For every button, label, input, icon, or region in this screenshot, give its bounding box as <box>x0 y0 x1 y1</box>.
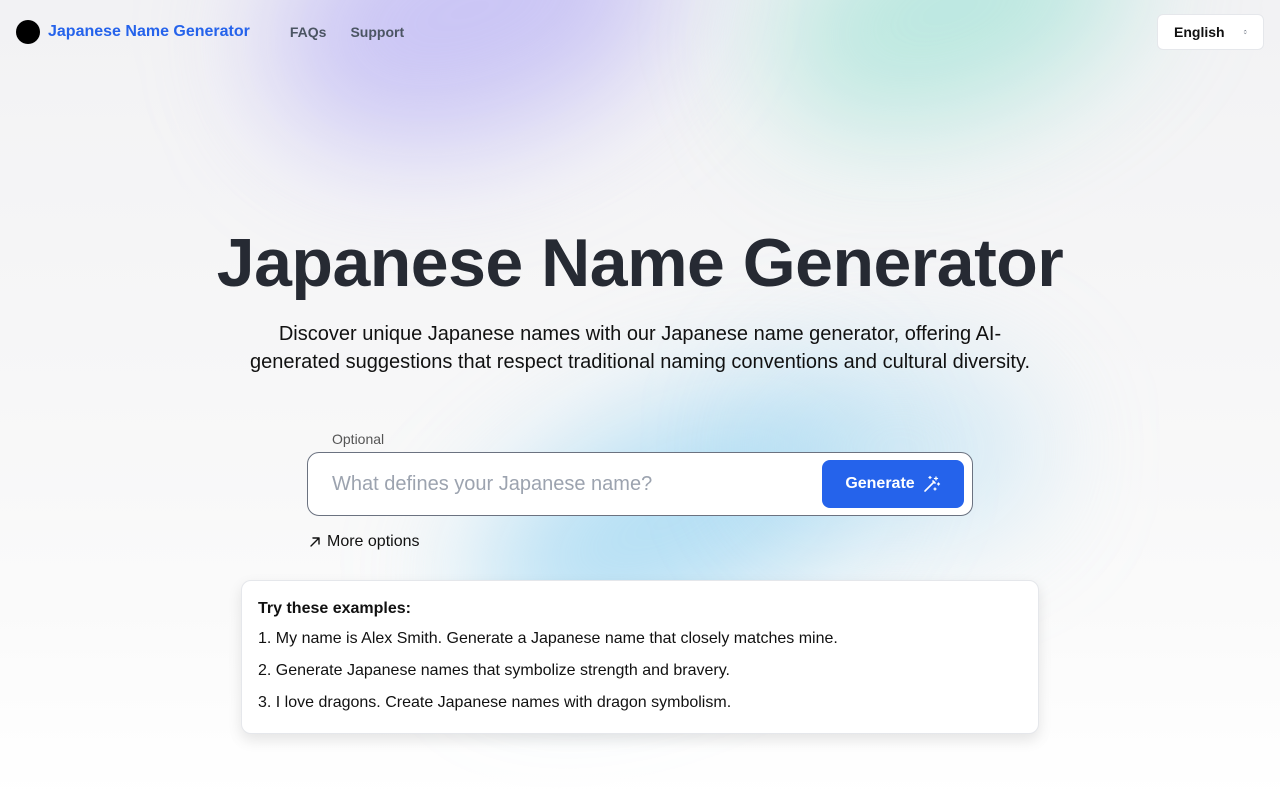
more-options-toggle[interactable]: More options <box>309 533 420 551</box>
top-navigation: Japanese Name Generator FAQs Support Eng… <box>0 0 1280 64</box>
prompt-input-container: Generate <box>307 452 973 516</box>
nav-link-faqs[interactable]: FAQs <box>290 24 327 40</box>
nav-link-support[interactable]: Support <box>350 24 404 40</box>
logo-circle-icon <box>16 20 40 44</box>
examples-heading: Try these examples: <box>258 600 411 617</box>
nav-links: FAQs Support <box>290 24 404 40</box>
generate-button[interactable]: Generate <box>822 460 964 508</box>
language-select-value: English <box>1174 24 1225 40</box>
chevron-up-down-icon <box>1243 29 1247 35</box>
example-item[interactable]: 2. Generate Japanese names that symboliz… <box>258 660 1022 682</box>
language-select[interactable]: English <box>1157 14 1264 50</box>
example-item[interactable]: 3. I love dragons. Create Japanese names… <box>258 692 1022 714</box>
magic-wand-icon <box>923 475 940 492</box>
brand-name: Japanese Name Generator <box>48 23 250 40</box>
more-options-label: More options <box>327 533 420 550</box>
example-item[interactable]: 1. My name is Alex Smith. Generate a Jap… <box>258 628 1022 650</box>
page-title: Japanese Name Generator <box>216 225 1064 301</box>
arrow-up-right-icon <box>310 537 320 547</box>
examples-card: Try these examples: 1. My name is Alex S… <box>241 580 1039 734</box>
brand-logo-link[interactable]: Japanese Name Generator <box>16 20 250 44</box>
optional-label: Optional <box>332 431 385 447</box>
generate-button-label: Generate <box>845 475 915 492</box>
page-subtitle: Discover unique Japanese names with our … <box>249 323 1031 373</box>
